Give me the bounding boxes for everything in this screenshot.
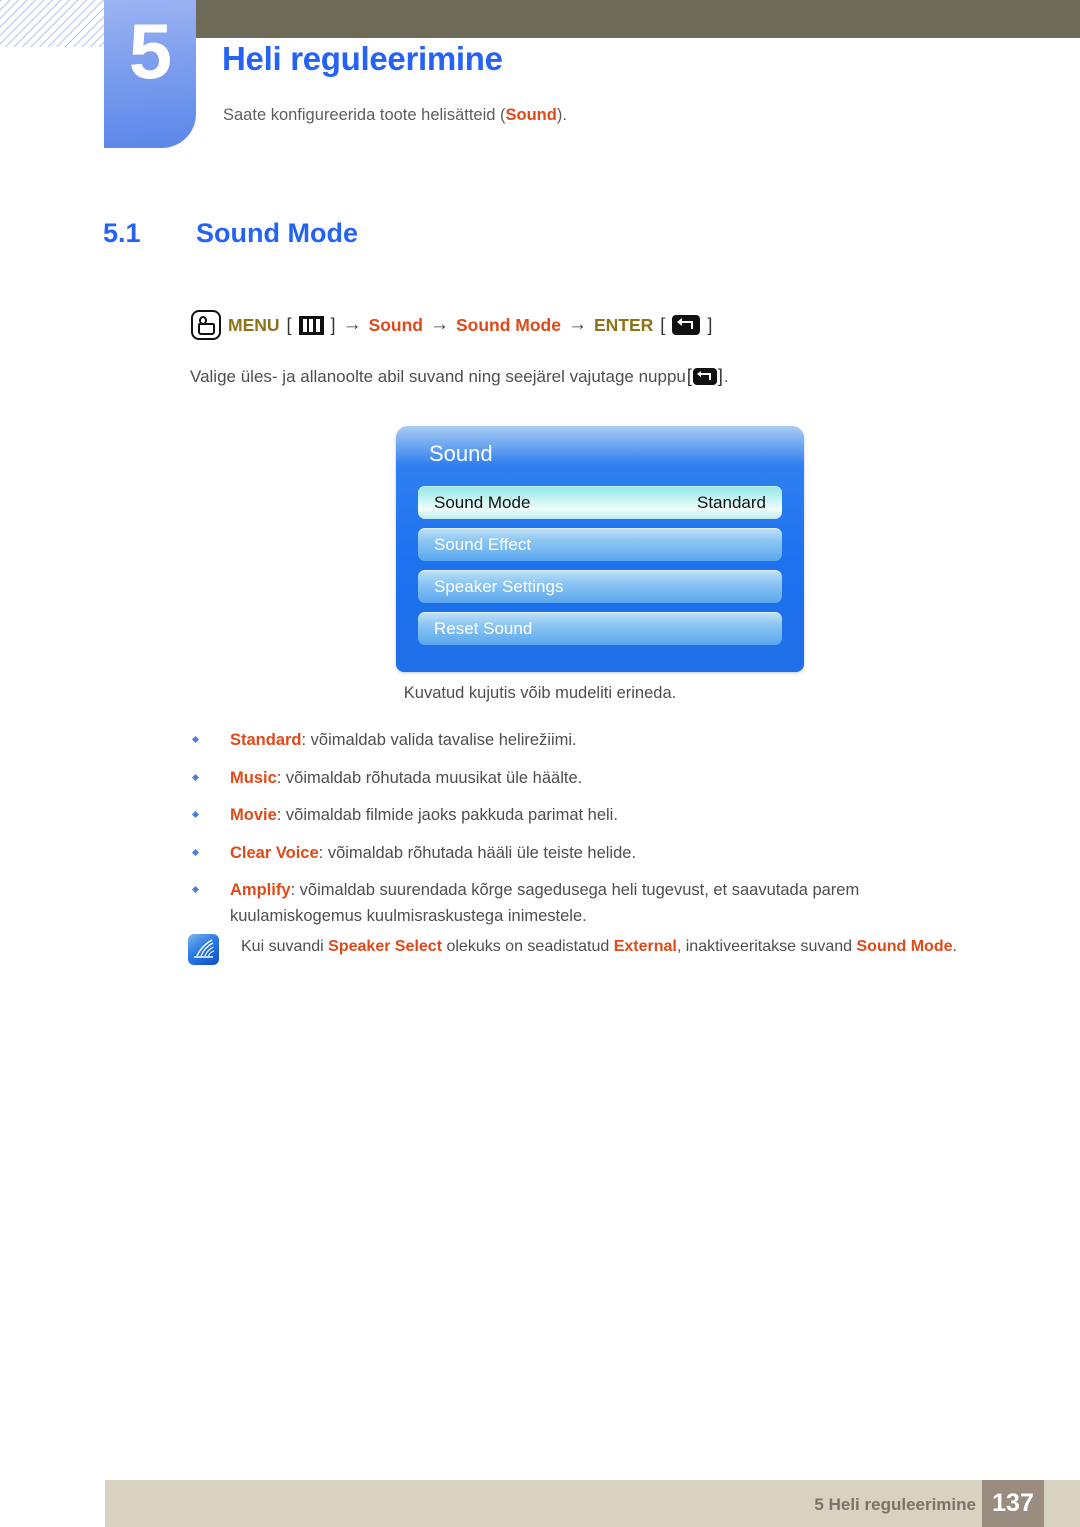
path-arrow-3: →: [567, 314, 587, 335]
note-pen-icon: [188, 934, 219, 965]
osd-row-sound-mode[interactable]: Sound Mode Standard: [418, 486, 782, 519]
bullet-icon: [191, 735, 200, 744]
menu-label[interactable]: MENU: [228, 315, 280, 336]
list-item: Music: võimaldab rõhutada muusikat üle h…: [190, 766, 990, 792]
chapter-subtitle-keyword: Sound: [505, 106, 557, 124]
note-keyword-external: External: [613, 938, 677, 955]
list-item-term: Amplify: [230, 881, 291, 900]
osd-sound-menu: Sound Sound Mode Standard Sound Effect S…: [396, 426, 804, 672]
osd-row-reset-sound[interactable]: Reset Sound: [418, 612, 782, 645]
enter-key-icon: [672, 315, 701, 335]
menu-path: MENU [ ] → Sound → Sound Mode → ENTER [ …: [191, 310, 719, 340]
hatch-decoration: [0, 0, 108, 47]
list-item-text: : võimaldab rõhutada hääli üle teiste he…: [318, 843, 637, 862]
note-keyword-sound-mode: Sound Mode: [856, 938, 953, 955]
list-item-text: : võimaldab valida tavalise helirežiimi.: [301, 731, 577, 749]
bullet-icon: [191, 848, 200, 856]
footer-page-number: 137: [982, 1480, 1044, 1527]
note-part3: , inaktiveeritakse suvand: [676, 938, 857, 955]
instruction-after: .: [723, 366, 729, 386]
chapter-subtitle-after: ).: [556, 106, 567, 124]
bullet-icon: [191, 773, 200, 781]
bracket-close-2: ]: [707, 314, 713, 335]
bullet-icon: [191, 886, 200, 894]
note-part2: olekuks on seadistatud: [442, 938, 614, 955]
chapter-number: 5: [128, 7, 172, 95]
sound-mode-option-list: Standard: võimaldab valida tavalise heli…: [190, 728, 990, 941]
list-item-text: : võimaldab rõhutada muusikat üle häälte…: [276, 768, 583, 787]
instruction-bracket-close: ]: [717, 366, 723, 386]
note-callout: Kui suvandi Speaker Select olekuks on se…: [188, 934, 1018, 965]
section-title: Sound Mode: [196, 218, 358, 248]
list-item-term: Clear Voice: [230, 843, 319, 862]
list-item: Movie: võimaldab filmide jaoks pakkuda p…: [190, 803, 990, 829]
note-keyword-speaker-select: Speaker Select: [328, 938, 443, 955]
chapter-subtitle-before: Saate konfigureerida toote helisätteid (: [223, 106, 506, 124]
bracket-open-2: [: [660, 314, 666, 335]
instruction-before: Valige üles- ja allanoolte abil suvand n…: [190, 366, 686, 386]
instruction-bracket-open: [: [686, 366, 692, 386]
osd-row-list: Sound Mode Standard Sound Effect Speaker…: [418, 486, 782, 654]
path-arrow-2: →: [430, 314, 449, 335]
bracket-open: [: [286, 314, 292, 335]
osd-row-value: Standard: [697, 492, 766, 512]
list-item-term: Standard: [230, 731, 302, 749]
footer-chapter-label: 5 Heli reguleerimine: [814, 1495, 976, 1514]
osd-row-label: Reset Sound: [434, 618, 533, 638]
bullet-icon: [191, 811, 200, 819]
path-arrow-1: →: [342, 314, 362, 335]
list-item-text: : võimaldab filmide jaoks pakkuda parima…: [276, 806, 618, 825]
list-item: Amplify: võimaldab suurendada kõrge sage…: [190, 878, 990, 929]
list-item-term: Music: [230, 768, 277, 787]
chapter-title: Heli reguleerimine: [222, 40, 503, 77]
section-heading: 5.1 Sound Mode: [103, 218, 358, 249]
hand-pointer-icon: [191, 310, 221, 340]
note-part1: Kui suvandi: [241, 938, 329, 955]
list-item: Standard: võimaldab valida tavalise heli…: [190, 728, 990, 754]
osd-row-label: Speaker Settings: [434, 576, 564, 596]
list-item-text: : võimaldab suurendada kõrge sagedusega …: [230, 881, 860, 925]
osd-row-label: Sound Effect: [434, 534, 532, 554]
enter-label[interactable]: ENTER: [594, 315, 653, 336]
chapter-number-tab: 5: [104, 0, 196, 148]
path-step-sound[interactable]: Sound: [369, 315, 423, 336]
section-number: 5.1: [103, 218, 141, 248]
note-part4: .: [952, 938, 957, 955]
note-text: Kui suvandi Speaker Select olekuks on se…: [241, 934, 957, 956]
bracket-close: ]: [330, 314, 336, 335]
top-olive-bar: [195, 0, 1080, 38]
instruction-text: Valige üles- ja allanoolte abil suvand n…: [190, 366, 729, 387]
osd-row-sound-effect[interactable]: Sound Effect: [418, 528, 782, 561]
path-step-sound-mode[interactable]: Sound Mode: [456, 315, 561, 336]
chapter-subtitle: Saate konfigureerida toote helisätteid (…: [223, 106, 567, 125]
enter-key-icon-inline: [692, 368, 717, 385]
list-item-term: Movie: [230, 806, 277, 825]
osd-row-label: Sound Mode: [434, 492, 531, 512]
osd-caption: Kuvatud kujutis võib mudeliti erineda.: [403, 684, 677, 702]
list-item: Clear Voice: võimaldab rõhutada hääli ül…: [190, 841, 990, 867]
menu-bars-icon: [298, 315, 324, 335]
osd-row-speaker-settings[interactable]: Speaker Settings: [418, 570, 782, 603]
osd-title: Sound: [429, 441, 493, 466]
